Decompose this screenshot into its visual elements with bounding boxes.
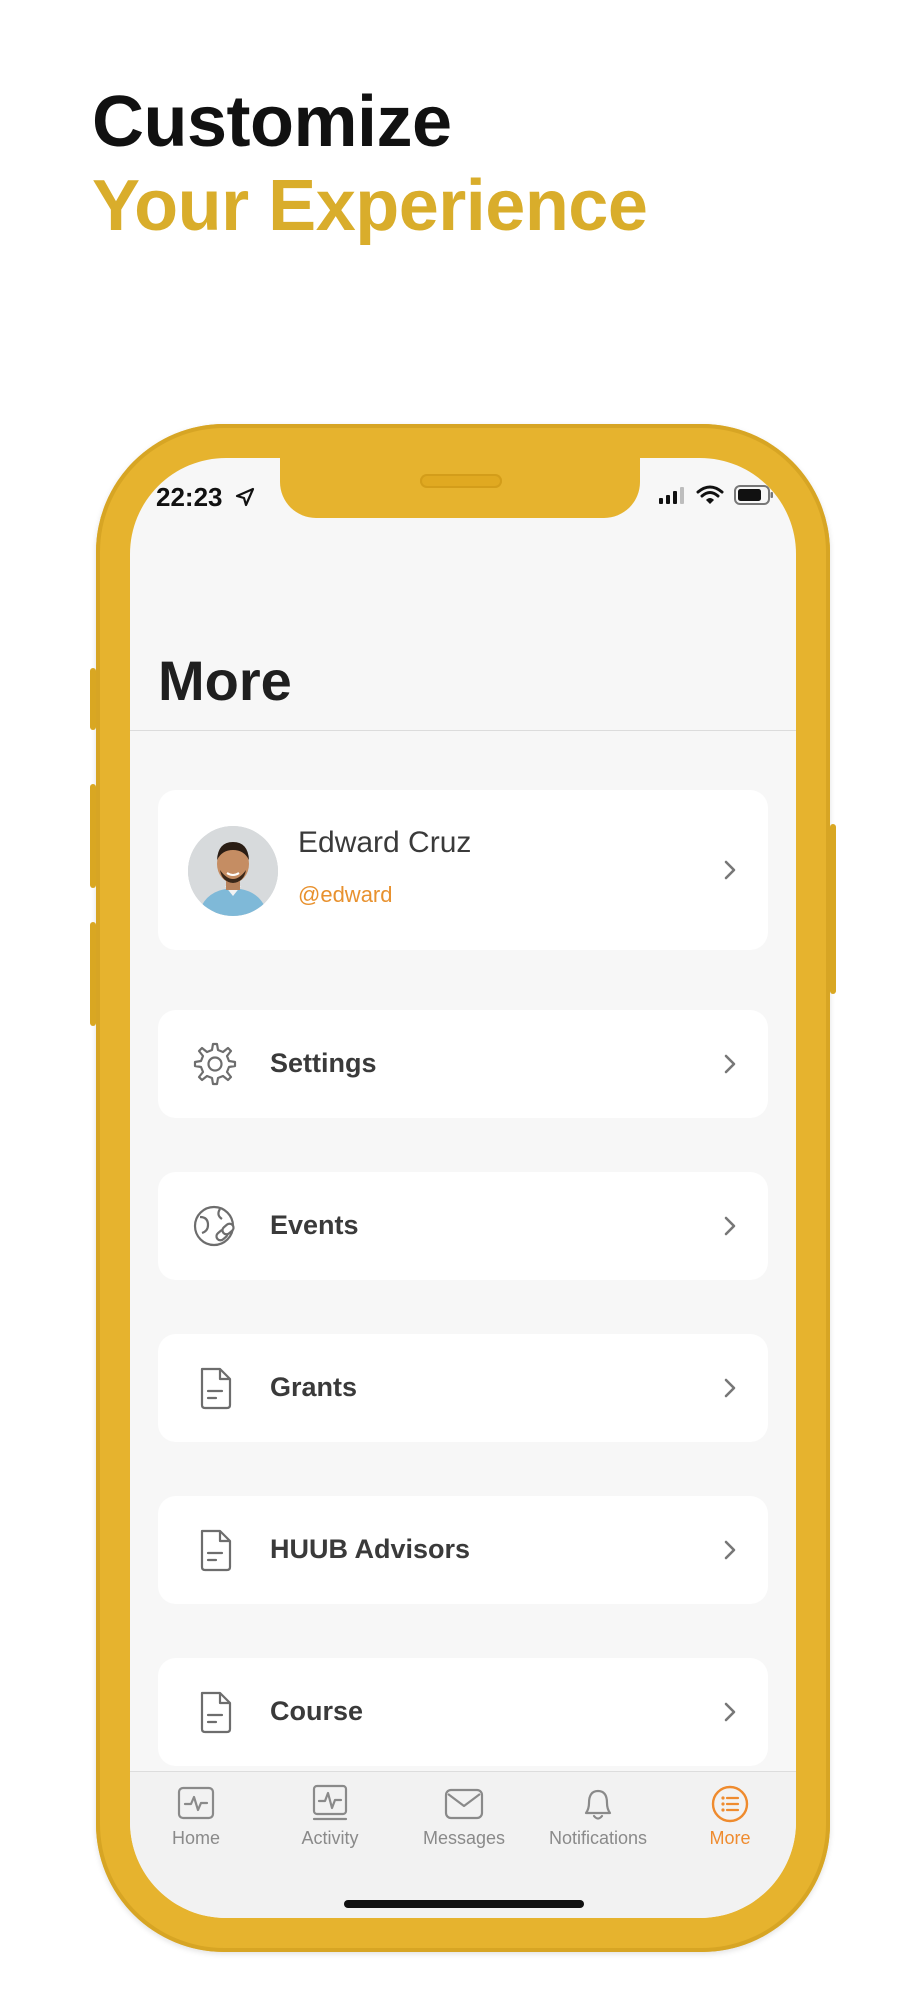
home-indicator[interactable] <box>344 1900 584 1908</box>
status-bar-icons <box>658 484 774 506</box>
phone-frame: 22:23 More Edward Cruz @edward Settings … <box>90 424 836 1952</box>
silent-switch <box>90 668 96 730</box>
title-divider <box>130 730 796 731</box>
battery-icon <box>734 485 773 505</box>
headline-line-1: Customize <box>92 82 452 162</box>
menu-label-course: Course <box>270 1696 364 1726</box>
headline: Customize Your Experience <box>92 80 648 248</box>
tab-label-more: More <box>709 1828 751 1848</box>
chevron-right-icon <box>724 860 736 880</box>
page-title: More <box>158 649 292 712</box>
phone-screen: 22:23 More Edward Cruz @edward Settings … <box>130 458 796 1918</box>
menu-item-settings[interactable]: Settings <box>158 1010 768 1118</box>
notch <box>280 458 640 518</box>
avatar <box>188 826 278 916</box>
menu-item-course[interactable]: Course <box>158 1658 768 1766</box>
activity-icon <box>177 1786 215 1820</box>
cellular-signal-icon <box>659 487 684 504</box>
volume-down-button <box>90 922 96 1026</box>
tab-label-messages: Messages <box>422 1828 506 1848</box>
status-bar-time: 22:23 <box>156 482 256 513</box>
profile-name: Edward Cruz <box>298 826 472 859</box>
speaker-grille <box>420 474 502 488</box>
tab-label-activity: Activity <box>301 1828 359 1848</box>
globe-link-icon <box>193 1205 235 1247</box>
menu-item-grants[interactable]: Grants <box>158 1334 768 1442</box>
bell-icon <box>584 1789 612 1820</box>
status-time-text: 22:23 <box>156 482 223 512</box>
power-button <box>830 824 836 994</box>
document-icon <box>200 1691 232 1734</box>
chevron-right-icon <box>724 1216 736 1236</box>
envelope-icon <box>444 1788 484 1820</box>
tab-label-notifications: Notifications <box>548 1828 648 1848</box>
profile-handle: @edward <box>298 882 393 907</box>
tab-more[interactable]: More <box>670 1784 790 1849</box>
tab-notifications[interactable]: Notifications <box>538 1784 658 1849</box>
headline-line-2: Your Experience <box>92 166 648 246</box>
tab-label-home: Home <box>171 1828 220 1848</box>
menu-label-events: Events <box>270 1210 359 1240</box>
location-arrow-icon <box>235 487 254 507</box>
volume-up-button <box>90 784 96 888</box>
menu-item-huub-advisors[interactable]: HUUB Advisors <box>158 1496 768 1604</box>
chevron-right-icon <box>724 1054 736 1074</box>
menu-label-settings: Settings <box>270 1048 377 1078</box>
chevron-right-icon <box>724 1702 736 1722</box>
chevron-right-icon <box>724 1378 736 1398</box>
menu-label-grants: Grants <box>270 1372 358 1402</box>
tab-activity[interactable]: Activity <box>270 1784 390 1849</box>
document-icon <box>200 1367 232 1410</box>
menu-item-events[interactable]: Events <box>158 1172 768 1280</box>
chevron-right-icon <box>724 1540 736 1560</box>
profile-card[interactable]: Edward Cruz @edward <box>158 790 768 950</box>
activity-tray-icon <box>312 1784 348 1821</box>
menu-label-huub-advisors: HUUB Advisors <box>270 1534 471 1564</box>
list-icon <box>711 1785 749 1823</box>
tab-home[interactable]: Home <box>136 1784 256 1849</box>
gear-icon <box>193 1042 237 1086</box>
tab-messages[interactable]: Messages <box>404 1784 524 1849</box>
tab-bar: Home Activity Messages Notifications Mor… <box>130 1771 796 1918</box>
avatar-portrait <box>188 826 278 916</box>
document-icon <box>200 1529 232 1572</box>
wifi-icon <box>696 485 724 504</box>
